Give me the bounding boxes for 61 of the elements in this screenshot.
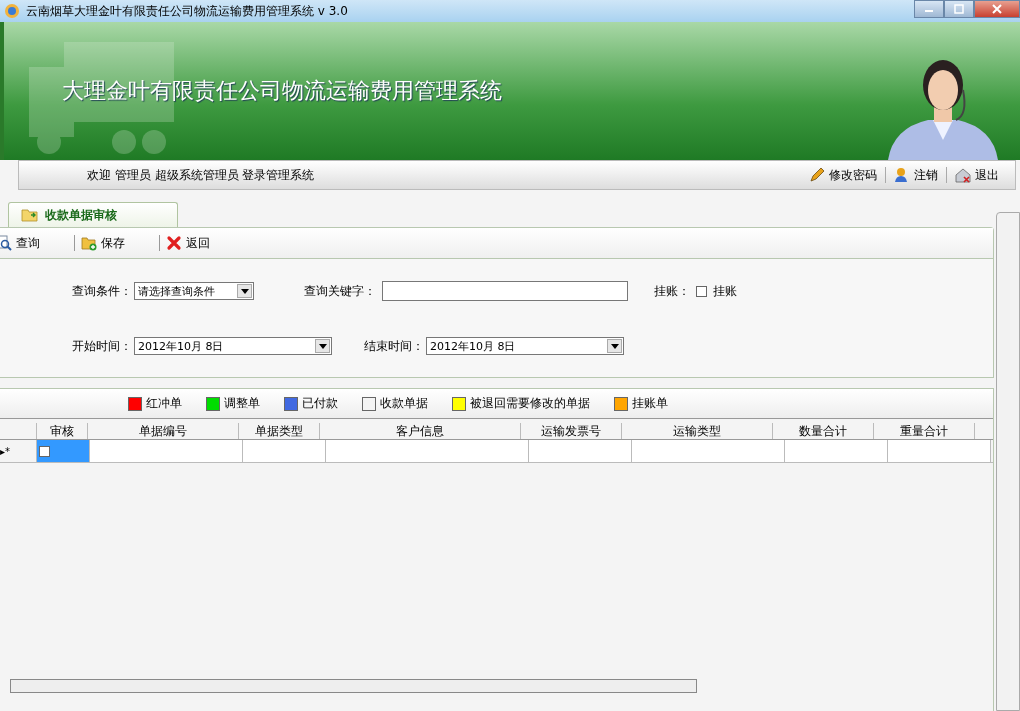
dropdown-arrow-icon [318, 343, 327, 349]
table-cell[interactable] [529, 440, 632, 462]
onhold-checkbox[interactable]: 挂账 [696, 282, 737, 300]
toolbar-button[interactable]: 返回 [166, 234, 218, 252]
table-cell[interactable] [888, 440, 991, 462]
horizontal-scrollbar[interactable] [10, 679, 697, 693]
vertical-scrollbar[interactable] [996, 212, 1020, 711]
table-cell[interactable] [632, 440, 785, 462]
user-icon [894, 167, 910, 183]
table-cell[interactable] [243, 440, 326, 462]
maximize-icon [954, 4, 964, 14]
toolbar-button[interactable]: 保存 [81, 234, 133, 252]
column-header[interactable]: 单据类型 [239, 423, 320, 439]
toolbar-button[interactable]: 查询 [0, 234, 48, 252]
start-time-label: 开始时间： [72, 337, 133, 355]
end-time-label: 结束时间： [364, 337, 425, 355]
folder-icon [21, 208, 39, 222]
app-icon [4, 3, 20, 19]
minimize-button[interactable] [914, 0, 944, 18]
audit-checkbox[interactable] [39, 445, 50, 457]
onhold-label: 挂账： [654, 282, 691, 300]
pencil-icon [809, 167, 825, 183]
search-icon [0, 235, 12, 251]
table-cell[interactable] [37, 440, 90, 462]
column-header[interactable]: 审核 [37, 423, 88, 439]
user-action-link[interactable]: 修改密码 [801, 166, 885, 184]
legend-label: 已付款 [302, 395, 338, 412]
close-icon [166, 235, 182, 251]
condition-dropdown[interactable]: 请选择查询条件 [134, 282, 254, 300]
user-action-link[interactable]: 注销 [886, 166, 946, 184]
close-button[interactable] [974, 0, 1020, 18]
column-header[interactable]: 运输类型 [622, 423, 773, 439]
legend-label: 红冲单 [146, 395, 182, 412]
close-icon [992, 4, 1002, 14]
column-header[interactable]: 运输发票号 [521, 423, 622, 439]
column-header[interactable]: 客户信息 [320, 423, 521, 439]
banner-title: 大理金叶有限责任公司物流运输费用管理系统 [62, 77, 502, 105]
keyword-field[interactable] [382, 281, 628, 301]
end-date-picker[interactable]: 2012年10月 8日 [426, 337, 624, 355]
folder-plus-icon [81, 235, 97, 251]
table-cell[interactable] [90, 440, 243, 462]
column-header[interactable]: 单据编号 [88, 423, 239, 439]
dropdown-arrow-icon [610, 343, 619, 349]
legend-label: 挂账单 [632, 395, 668, 412]
legend-label: 收款单据 [380, 395, 428, 412]
table-cell[interactable] [326, 440, 529, 462]
tab[interactable]: 收款单据审核 [8, 202, 178, 227]
table-cell[interactable] [785, 440, 888, 462]
legend-label: 被退回需要修改的单据 [470, 395, 590, 412]
dropdown-arrow-icon [240, 288, 249, 294]
welcome-text: 欢迎 管理员 超级系统管理员 登录管理系统 [87, 166, 315, 184]
window-title: 云南烟草大理金叶有限责任公司物流运输费用管理系统 v 3.0 [26, 2, 348, 20]
house-icon [955, 167, 971, 183]
keyword-label: 查询关键字： [304, 282, 377, 300]
column-header[interactable]: 数量合计 [773, 423, 874, 439]
condition-label: 查询条件： [72, 282, 133, 300]
legend-label: 调整单 [224, 395, 260, 412]
user-action-link[interactable]: 退出 [947, 166, 1007, 184]
start-date-picker[interactable]: 2012年10月 8日 [134, 337, 332, 355]
maximize-button[interactable] [944, 0, 974, 18]
column-header[interactable]: 重量合计 [874, 423, 975, 439]
